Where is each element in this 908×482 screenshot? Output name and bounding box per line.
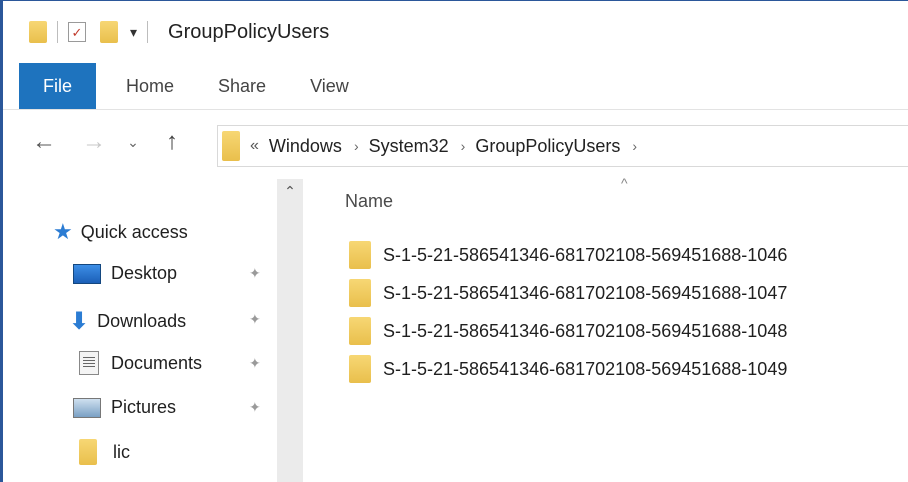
nav-item-label: Quick access: [80, 221, 188, 242]
list-item[interactable]: S-1-5-21-586541346-681702108-569451688-1…: [349, 241, 787, 269]
column-header-name[interactable]: Name: [345, 191, 393, 212]
pin-icon[interactable]: ✦: [249, 399, 261, 416]
navigation-bar: ← → ⌄ ↑ « Windows › System32 › GroupPoli…: [3, 109, 908, 175]
nav-item-documents[interactable]: Documents: [79, 351, 202, 375]
list-item[interactable]: S-1-5-21-586541346-681702108-569451688-1…: [349, 279, 787, 307]
breadcrumb-chevron-icon[interactable]: ›: [461, 138, 466, 154]
quick-access-toolbar: ✓ ▾: [29, 21, 158, 43]
list-item[interactable]: S-1-5-21-586541346-681702108-569451688-1…: [349, 355, 787, 383]
folder-icon: [349, 355, 371, 383]
list-item[interactable]: S-1-5-21-586541346-681702108-569451688-1…: [349, 317, 787, 345]
title-bar: ✓ ▾ GroupPolicyUsers: [3, 1, 908, 63]
nav-item-label: Pictures: [111, 397, 177, 417]
pin-icon[interactable]: ✦: [249, 265, 261, 282]
breadcrumb-chevron-icon[interactable]: ›: [632, 138, 637, 154]
nav-item-pictures[interactable]: Pictures: [73, 397, 176, 418]
properties-check-icon[interactable]: ✓: [68, 22, 86, 42]
window-title: GroupPolicyUsers: [168, 20, 330, 43]
documents-icon: [79, 351, 99, 375]
scroll-up-icon[interactable]: ⌃: [277, 183, 303, 200]
qat-separator: [57, 21, 58, 43]
file-list: ^ Name S-1-5-21-586541346-681702108-5694…: [303, 175, 908, 482]
breadcrumb-grouppolicyusers[interactable]: GroupPolicyUsers: [475, 136, 620, 157]
folder-icon: [349, 241, 371, 269]
tab-view[interactable]: View: [288, 63, 371, 109]
nav-pane-scrollbar[interactable]: ⌃: [277, 179, 303, 482]
nav-item-lic[interactable]: lic: [79, 439, 130, 465]
address-folder-icon: [222, 131, 240, 161]
folder-icon: [349, 317, 371, 345]
ribbon-tabs: File Home Share View: [3, 63, 908, 110]
folder-icon: [29, 21, 47, 43]
nav-item-quick-access[interactable]: ★ Quick access: [53, 219, 188, 245]
forward-arrow-icon[interactable]: →: [81, 128, 107, 156]
pin-icon[interactable]: ✦: [249, 355, 261, 372]
nav-item-label: Documents: [111, 352, 203, 373]
breadcrumb-overflow[interactable]: «: [250, 137, 259, 155]
back-arrow-icon[interactable]: ←: [31, 128, 57, 156]
tab-home[interactable]: Home: [104, 63, 196, 109]
nav-item-label: Desktop: [111, 263, 178, 283]
tab-share[interactable]: Share: [196, 63, 288, 109]
desktop-icon: [73, 263, 101, 284]
navigation-pane: ★ Quick access Desktop ✦ ⬇ Downloads ✦ D…: [3, 179, 303, 482]
file-name: S-1-5-21-586541346-681702108-569451688-1…: [383, 244, 788, 265]
file-name: S-1-5-21-586541346-681702108-569451688-1…: [383, 320, 788, 341]
new-folder-icon[interactable]: [100, 21, 118, 43]
nav-item-label: Downloads: [97, 311, 187, 331]
pin-icon[interactable]: ✦: [249, 311, 261, 328]
star-icon: ★: [53, 219, 73, 244]
folder-icon: [79, 439, 97, 465]
sort-ascending-icon: ^: [621, 175, 628, 191]
nav-item-downloads[interactable]: ⬇ Downloads: [69, 307, 186, 336]
nav-item-label: lic: [113, 441, 130, 462]
breadcrumb-chevron-icon[interactable]: ›: [354, 138, 359, 154]
breadcrumb-system32[interactable]: System32: [369, 136, 449, 157]
recent-locations-chevron-icon[interactable]: ⌄: [125, 134, 141, 151]
breadcrumb-windows[interactable]: Windows: [269, 136, 342, 157]
downloads-icon: ⬇: [69, 308, 90, 335]
file-name: S-1-5-21-586541346-681702108-569451688-1…: [383, 358, 788, 379]
up-arrow-icon[interactable]: ↑: [159, 128, 185, 156]
pictures-icon: [73, 397, 101, 418]
explorer-window: ✓ ▾ GroupPolicyUsers File Home Share Vie…: [0, 0, 908, 482]
folder-icon: [349, 279, 371, 307]
tab-file[interactable]: File: [19, 63, 97, 109]
title-separator: [147, 21, 149, 43]
customize-dropdown-icon[interactable]: ▾: [130, 24, 137, 41]
file-name: S-1-5-21-586541346-681702108-569451688-1…: [383, 282, 788, 303]
address-bar[interactable]: « Windows › System32 › GroupPolicyUsers …: [217, 125, 908, 167]
